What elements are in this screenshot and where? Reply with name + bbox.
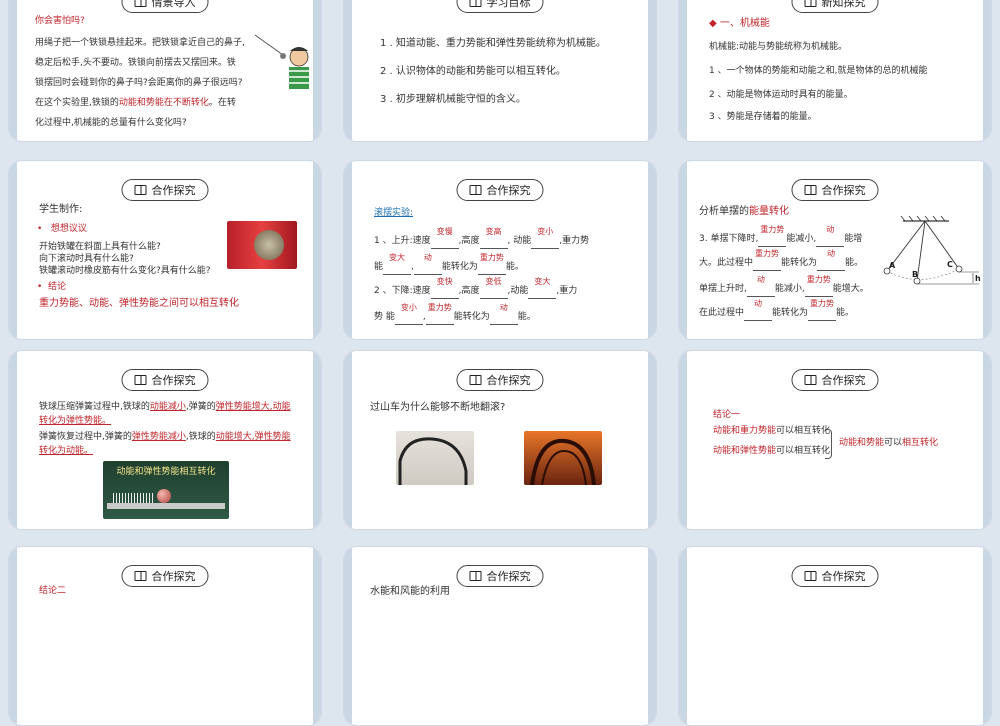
conclusion-row: 动能和弹性势能可以相互转化	[713, 446, 831, 456]
conclusion-row: 动能和重力势能可以相互转化	[713, 426, 831, 436]
fill-line: 势 能变小 , 重力势 能转化为动 能。	[374, 303, 536, 325]
definition: 机械能:动能与势能统称为机械能。	[709, 42, 848, 52]
slide-conclusion-one[interactable]: 合作探究 结论一 动能和重力势能可以相互转化 动能和弹性势能可以相互转化 动能和…	[678, 350, 992, 530]
slide-title: 分析单摆的能量转化	[699, 206, 789, 217]
label-a: A	[889, 261, 896, 270]
question: 铁罐滚动时橡皮筋有什么变化?具有什么能?	[39, 266, 211, 276]
slide-header: 合作探究	[121, 369, 209, 391]
slide-header: 学习目标	[456, 0, 544, 13]
image-caption: 动能和弹性势能相互转化	[116, 467, 216, 477]
list-item: 2 、动能是物体运动时具有的能量。	[709, 90, 853, 100]
slide-rolling-pendulum[interactable]: 合作探究 滚摆实验: 1 、上升:速度 变慢 ,高度 变高 , 动能 变小 ,重力势 …	[343, 160, 657, 340]
fill-line: 大。此过程中 重力势 能转化为动 能。	[699, 249, 863, 271]
slide-conclusion-two[interactable]: 合作探究 结论二	[8, 546, 322, 726]
slide-header: 合作探究	[791, 179, 879, 201]
list-item: 1 、一个物体的势能和动能之和,就是物体的总的机械能	[709, 66, 928, 76]
fill-line: 3. 单摆下降时, 重力势 能减小, 动 能增	[699, 225, 862, 247]
slide-header: 合作探究	[791, 369, 879, 391]
book-icon	[134, 571, 147, 581]
slide-new-knowledge[interactable]: 新知探究 ◆ 一、机械能 机械能:动能与势能统称为机械能。 1 、一个物体的势能…	[678, 0, 992, 142]
text-line: 铁球压缩弹簧过程中,铁球的动能减小,弹簧的弹性势能增大,动能	[39, 402, 291, 412]
text-line: 锁摆回时会碰到你的鼻子吗?会距离你的鼻子很远吗?	[35, 78, 243, 88]
think-heading: • 想想议议	[37, 224, 87, 234]
conclusion-heading: 结论二	[39, 586, 67, 596]
book-icon	[469, 375, 482, 385]
slide-roller-coaster[interactable]: 合作探究 过山车为什么能够不断地翻滚?	[343, 350, 657, 530]
spring-ball-image: 动能和弹性势能相互转化	[103, 461, 229, 519]
book-icon	[469, 0, 482, 7]
text-line: 在这个实验里,铁锁的动能和势能在不断转化。在转	[35, 98, 236, 108]
question: 向下滚动时具有什么能?	[39, 254, 134, 264]
slide-simple-pendulum[interactable]: 合作探究 分析单摆的能量转化 3. 单摆下降时, 重力势 能减小, 动 能增 大。此…	[678, 160, 992, 340]
slide-header: 合作探究	[121, 179, 209, 201]
book-icon	[804, 571, 817, 581]
book-icon	[469, 185, 482, 195]
slide-header: 合作探究	[456, 369, 544, 391]
book-icon	[134, 0, 147, 7]
roller-coaster-photo-2	[524, 431, 602, 486]
text-line: 弹簧恢复过程中,弹簧的弹性势能减小,铁球的动能增大,弹性势能	[39, 432, 291, 442]
fill-line: 单摆上升时, 动 能减小, 重力势 能增大。	[699, 275, 869, 297]
slide-header: 合作探究	[791, 565, 879, 587]
slide-header: 合作探究	[456, 565, 544, 587]
fill-line: 2 、下降:速度 变快 ,高度 变低 ,动能 变大 ,重力	[374, 277, 577, 299]
fill-line: 能变大 ,动 能转化为 重力势 能。	[374, 253, 524, 275]
slide-situation-intro[interactable]: 情景导入 你会害怕吗? 用绳子把一个铁锁悬挂起来。把铁锁拿近自己的鼻子, 稳定后…	[8, 0, 322, 142]
text-line: 用绳子把一个铁锁悬挂起来。把铁锁拿近自己的鼻子,	[35, 38, 245, 48]
book-icon	[134, 375, 147, 385]
book-icon	[469, 571, 482, 581]
roller-coaster-photo-1	[396, 431, 474, 485]
goal-item: 1 . 知道动能、重力势能和弹性势能统称为机械能。	[380, 38, 606, 49]
text-line: 转化为动能。	[39, 446, 94, 456]
question: 开始铁罐在斜面上具有什么能?	[39, 242, 161, 252]
book-icon	[804, 185, 817, 195]
slide-title: 水能和风能的利用	[370, 586, 450, 597]
conclusion-summary: 动能和势能可以相互转化	[839, 438, 939, 448]
label-b: B	[912, 270, 918, 279]
slide-header: 合作探究	[456, 179, 544, 201]
slide-title: 你会害怕吗?	[35, 16, 85, 26]
slide-header: 情景导入	[121, 0, 209, 13]
pendulum-diagram: A B C h	[883, 215, 981, 285]
rolling-can-photo	[227, 221, 297, 269]
slide-header: 合作探究	[121, 565, 209, 587]
conclusion-text: 重力势能、动能、弹性势能之间可以相互转化	[39, 298, 239, 309]
book-icon	[134, 185, 147, 195]
text-line: 化过程中,机械能的总量有什么变化吗?	[35, 118, 187, 128]
bracket	[825, 429, 832, 459]
slide-title: 学生制作:	[39, 204, 83, 215]
label-h: h	[975, 274, 981, 283]
slide-cooperate-next[interactable]: 合作探究	[678, 546, 992, 726]
label-c: C	[947, 260, 953, 269]
conclusion-heading: 结论一	[713, 410, 741, 420]
pendulum-person-illustration	[254, 34, 309, 89]
conclusion-heading: • 结论	[37, 282, 67, 292]
fill-line: 在此过程中动 能转化为 重力势 能。	[699, 299, 854, 321]
slide-water-wind[interactable]: 合作探究 水能和风能的利用	[343, 546, 657, 726]
section-title: ◆ 一、机械能	[709, 18, 770, 29]
question: 过山车为什么能够不断地翻滚?	[370, 402, 506, 413]
text-line: 稳定后松手,头不要动。铁锁向前摆去又摆回来。铁	[35, 58, 236, 68]
fill-line: 1 、上升:速度 变慢 ,高度 变高 , 动能 变小 ,重力势	[374, 227, 589, 249]
goal-item: 3 . 初步理解机械能守恒的含义。	[380, 94, 526, 105]
list-item: 3 、势能是存储着的能量。	[709, 112, 817, 122]
slide-spring-ball[interactable]: 合作探究 铁球压缩弹簧过程中,铁球的动能减小,弹簧的弹性势能增大,动能 转化为弹…	[8, 350, 322, 530]
goal-item: 2 . 认识物体的动能和势能可以相互转化。	[380, 66, 566, 77]
slide-student-making[interactable]: 合作探究 学生制作: • 想想议议 开始铁罐在斜面上具有什么能? 向下滚动时具有…	[8, 160, 322, 340]
slide-learning-goals[interactable]: 学习目标 1 . 知道动能、重力势能和弹性势能统称为机械能。 2 . 认识物体的…	[343, 0, 657, 142]
experiment-title: 滚摆实验:	[374, 208, 414, 218]
book-icon	[804, 375, 817, 385]
slide-header: 新知探究	[791, 0, 879, 13]
text-line: 转化为弹性势能。	[39, 416, 112, 426]
book-icon	[804, 0, 817, 7]
